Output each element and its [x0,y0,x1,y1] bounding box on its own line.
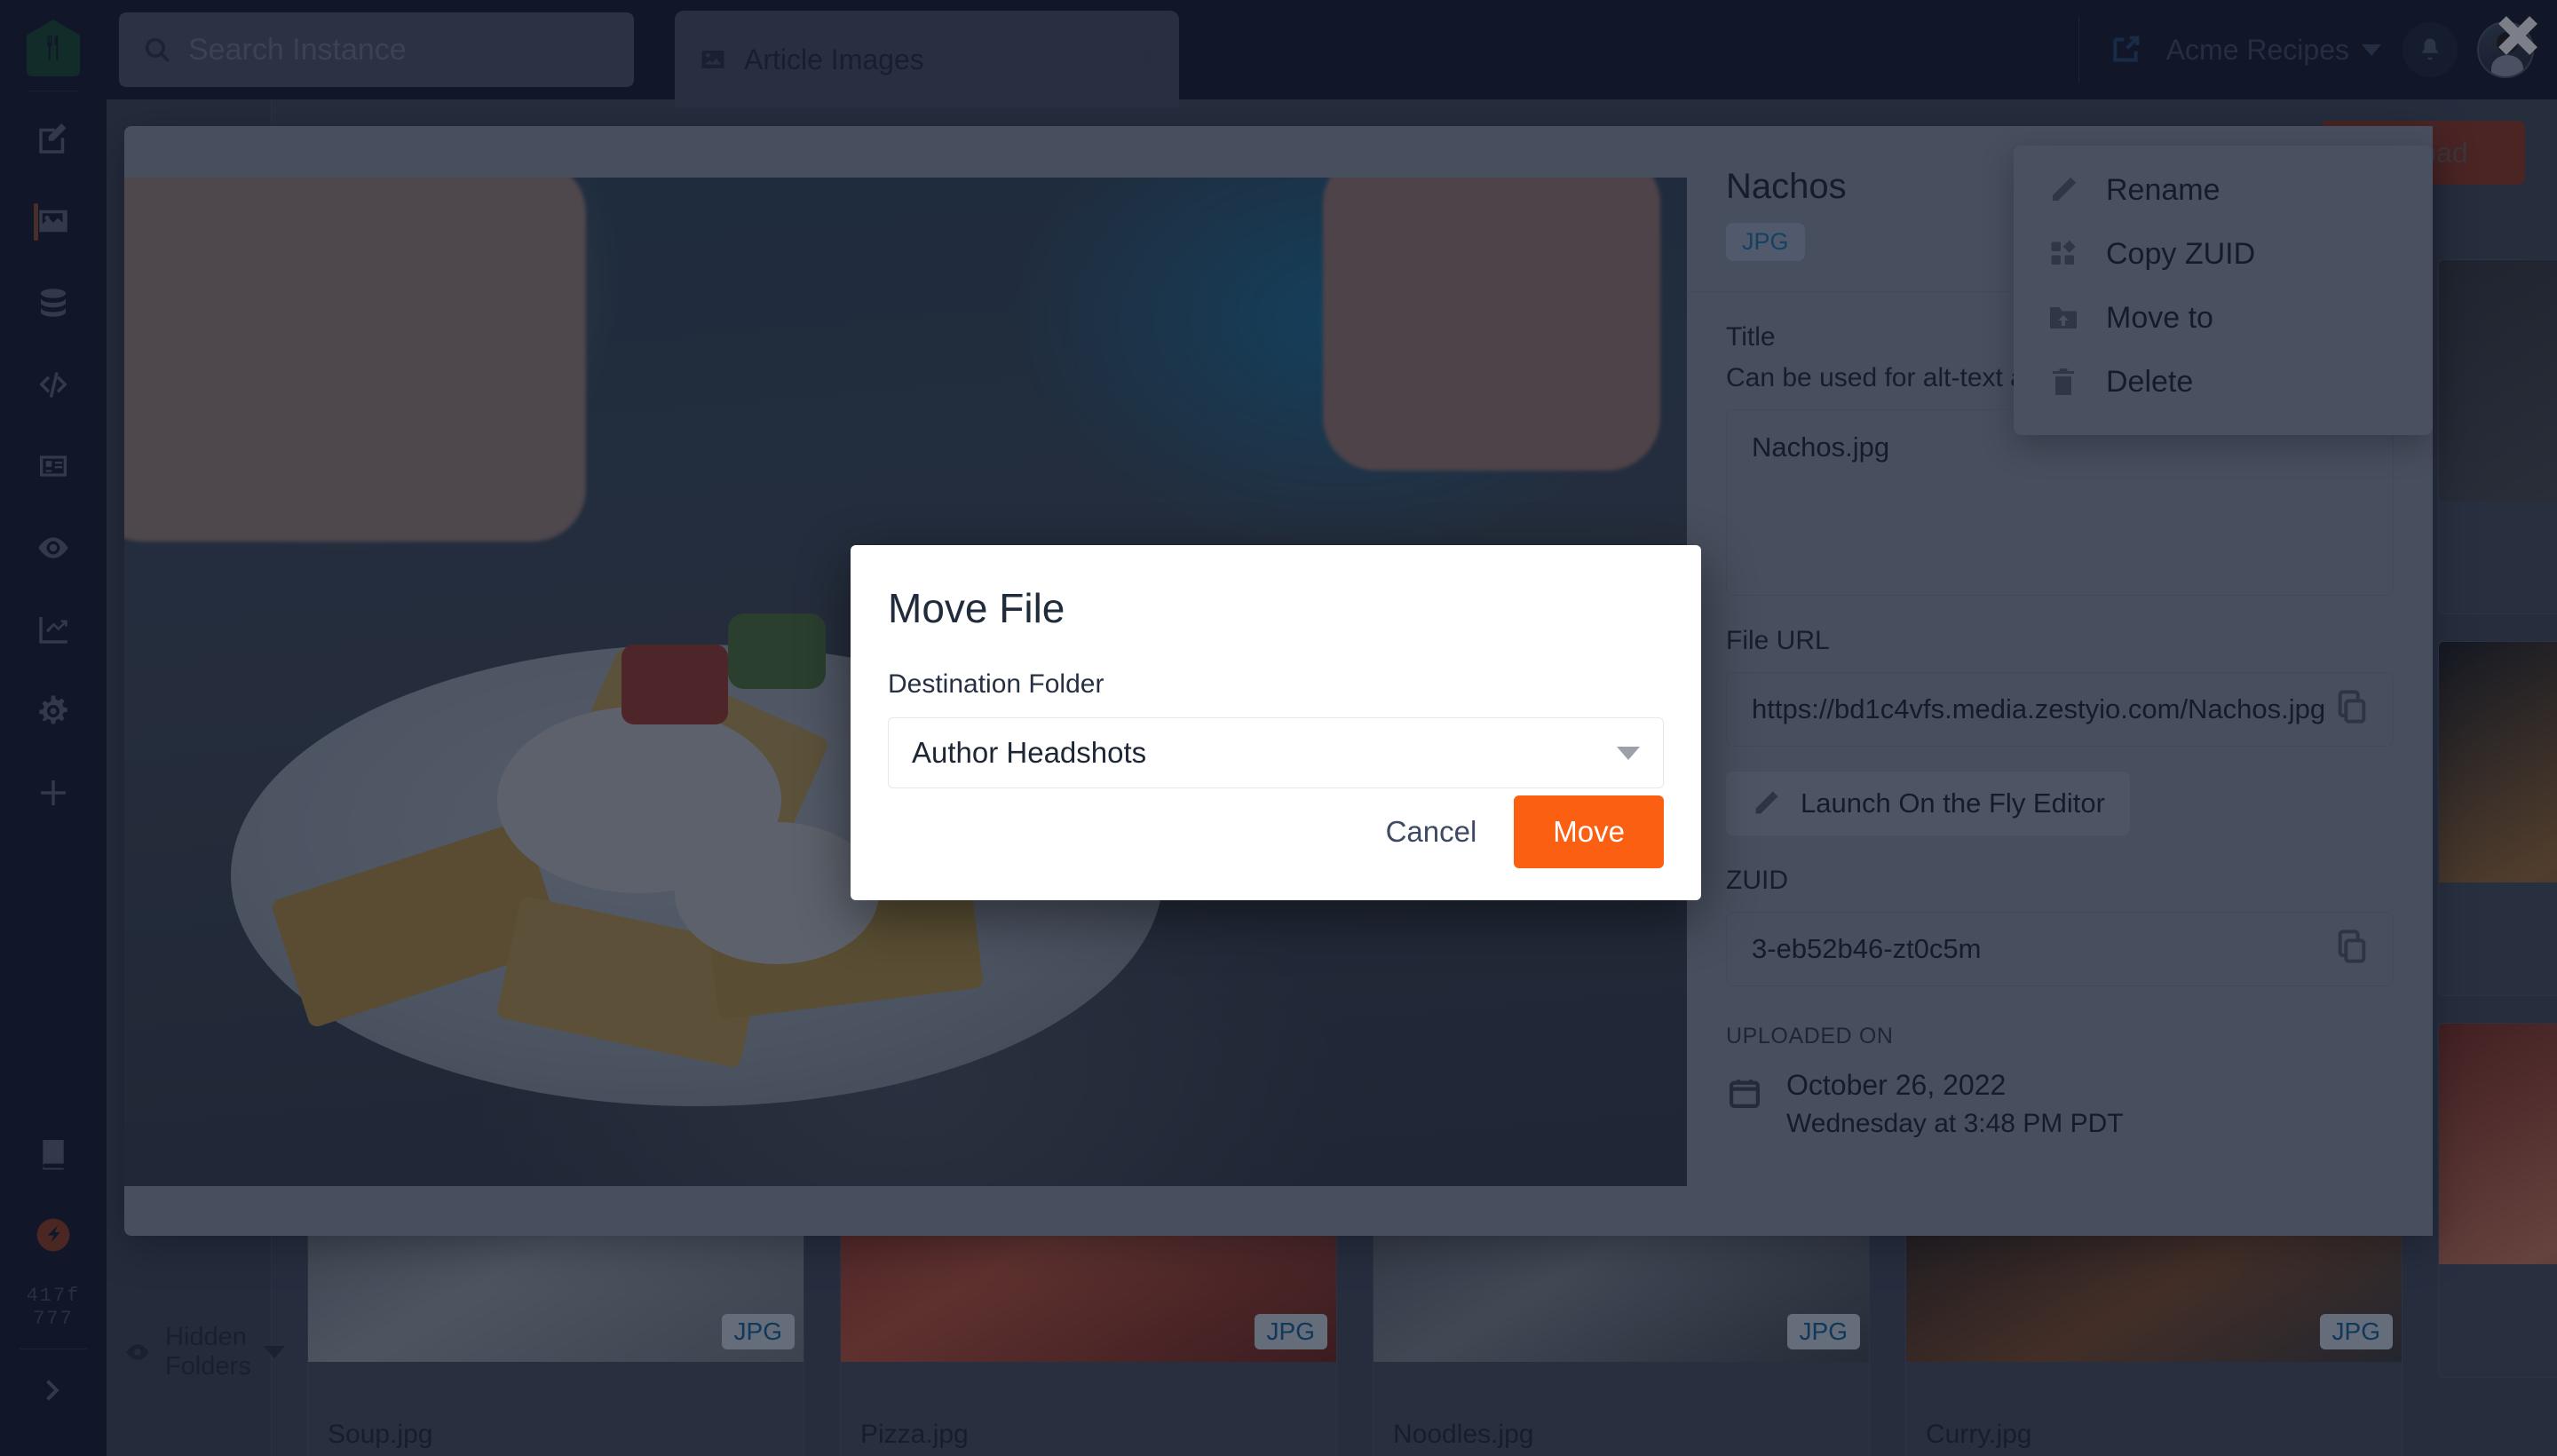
cancel-button[interactable]: Cancel [1363,797,1500,866]
move-button[interactable]: Move [1514,795,1664,868]
dialog-actions: Cancel Move [1363,795,1664,868]
chevron-down-icon [1617,746,1640,760]
dialog-title: Move File [888,585,1065,631]
destination-folder-select[interactable]: Author Headshots [888,717,1664,788]
move-file-dialog: Move File Destination Folder Author Head… [851,545,1701,900]
destination-folder-value: Author Headshots [912,736,1147,769]
destination-folder-label: Destination Folder [888,669,1104,699]
